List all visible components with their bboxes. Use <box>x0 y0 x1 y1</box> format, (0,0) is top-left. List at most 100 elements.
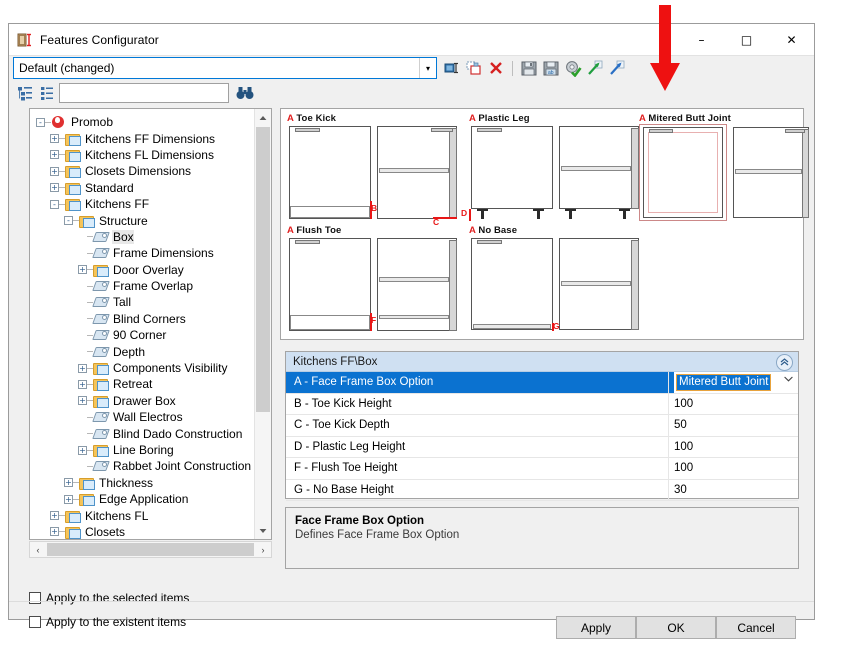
collapse-node-icon[interactable]: - <box>36 118 45 127</box>
binoculars-icon[interactable] <box>235 84 255 102</box>
tree-item-promob[interactable]: -Promob <box>30 114 271 130</box>
expand-node-icon[interactable]: + <box>64 478 73 487</box>
expand-node-icon[interactable]: + <box>50 527 59 536</box>
tree-item-blind-dado-construction[interactable]: Blind Dado Construction <box>30 425 271 441</box>
tree-vertical-scrollbar[interactable] <box>254 109 271 539</box>
tree-item-rabbet-joint-construction[interactable]: Rabbet Joint Construction <box>30 458 271 474</box>
expand-node-icon[interactable]: + <box>78 380 87 389</box>
features-tree[interactable]: -Promob+Kitchens FF Dimensions+Kitchens … <box>29 108 272 540</box>
collapse-node-icon[interactable]: - <box>64 216 73 225</box>
tree-item-kitchens-ff-dimensions[interactable]: +Kitchens FF Dimensions <box>30 130 271 146</box>
property-row[interactable]: A - Face Frame Box OptionMitered Butt Jo… <box>286 372 798 394</box>
tree-item-edge-application[interactable]: +Edge Application <box>30 491 271 507</box>
tree-item-frame-dimensions[interactable]: Frame Dimensions <box>30 245 271 261</box>
thumbnail-flush-toe[interactable]: A Flush Toe F <box>285 225 465 335</box>
value-dropdown[interactable]: Mitered Butt Joint <box>674 372 798 393</box>
tree-item-wall-electros[interactable]: Wall Electros <box>30 409 271 425</box>
thumbnail-toe-kick[interactable]: A Toe Kick B C <box>285 113 465 223</box>
expand-node-icon[interactable]: + <box>50 150 59 159</box>
property-value-cell[interactable]: 100 <box>668 394 798 415</box>
tag-icon <box>93 459 109 473</box>
maximize-button[interactable]: □ <box>724 24 769 55</box>
property-row[interactable]: B - Toe Kick Height100 <box>286 394 798 416</box>
tree-item-components-visibility[interactable]: +Components Visibility <box>30 360 271 376</box>
expand-node-icon[interactable]: + <box>64 495 73 504</box>
scroll-up-arrow-icon[interactable] <box>255 109 271 126</box>
h-scrollbar-thumb[interactable] <box>47 543 254 556</box>
apply-settings-icon[interactable] <box>564 59 582 77</box>
expand-node-icon[interactable]: + <box>50 167 59 176</box>
tree-horizontal-scrollbar[interactable]: ‹ › <box>29 541 272 558</box>
scroll-left-arrow-icon[interactable]: ‹ <box>30 542 46 557</box>
search-input[interactable] <box>59 83 229 103</box>
collapse-chevron-icon[interactable] <box>776 354 793 371</box>
property-value-cell[interactable]: 50 <box>668 415 798 436</box>
expand-node-icon[interactable]: + <box>78 265 87 274</box>
expand-node-icon[interactable]: + <box>78 396 87 405</box>
thumbnail-mitered-butt-joint[interactable]: A Mitered Butt Joint <box>637 113 817 223</box>
tree-item-closets[interactable]: +Closets <box>30 524 271 540</box>
import-icon[interactable] <box>586 59 604 77</box>
mark-label-f: F <box>371 315 376 325</box>
apply-selected-items-row[interactable]: Apply to the selected items <box>29 591 189 605</box>
tree-item-90-corner[interactable]: 90 Corner <box>30 327 271 343</box>
tree-item-kitchens-fl-dimensions[interactable]: +Kitchens FL Dimensions <box>30 147 271 163</box>
configuration-combobox[interactable]: Default (changed) ▾ <box>13 57 437 79</box>
tree-item-frame-overlap[interactable]: Frame Overlap <box>30 278 271 294</box>
apply-button[interactable]: Apply <box>556 616 636 639</box>
property-value-cell[interactable]: 100 <box>668 437 798 458</box>
collapse-node-icon[interactable]: - <box>50 200 59 209</box>
tree-item-kitchens-fl[interactable]: +Kitchens FL <box>30 507 271 523</box>
expand-node-icon[interactable]: + <box>78 364 87 373</box>
tree-item-drawer-box[interactable]: +Drawer Box <box>30 393 271 409</box>
delete-icon[interactable] <box>487 59 505 77</box>
tree-item-retreat[interactable]: +Retreat <box>30 376 271 392</box>
tree-item-kitchens-ff[interactable]: -Kitchens FF <box>30 196 271 212</box>
duplicate-icon[interactable] <box>465 59 483 77</box>
apply-existent-checkbox[interactable] <box>29 616 41 628</box>
close-button[interactable]: ✕ <box>769 24 814 55</box>
tree-item-box[interactable]: Box <box>30 229 271 245</box>
property-value-cell[interactable]: 100 <box>668 458 798 479</box>
save-icon[interactable] <box>520 59 538 77</box>
expand-node-icon[interactable]: + <box>50 134 59 143</box>
tag-icon <box>93 295 109 309</box>
tree-item-thickness[interactable]: +Thickness <box>30 475 271 491</box>
dropdown-value[interactable]: Mitered Butt Joint <box>676 374 771 391</box>
thumbnail-no-base[interactable]: A No Base G <box>467 225 647 335</box>
export-icon[interactable] <box>608 59 626 77</box>
tree-item-depth[interactable]: Depth <box>30 343 271 359</box>
scroll-down-arrow-icon[interactable] <box>255 522 271 539</box>
ok-button[interactable]: OK <box>636 616 716 639</box>
property-row[interactable]: D - Plastic Leg Height100 <box>286 437 798 459</box>
property-row[interactable]: G - No Base Height30 <box>286 480 798 502</box>
tree-item-door-overlay[interactable]: +Door Overlay <box>30 262 271 278</box>
window-title: Features Configurator <box>40 33 159 47</box>
rename-icon[interactable] <box>443 59 461 77</box>
tree-item-line-boring[interactable]: +Line Boring <box>30 442 271 458</box>
property-value-cell[interactable]: Mitered Butt Joint <box>668 372 798 393</box>
apply-selected-checkbox[interactable] <box>29 592 41 604</box>
property-value-cell[interactable]: 30 <box>668 480 798 501</box>
property-row[interactable]: F - Flush Toe Height100 <box>286 458 798 480</box>
apply-existent-items-row[interactable]: Apply to the existent items <box>29 615 186 629</box>
tree-item-structure[interactable]: -Structure <box>30 212 271 228</box>
save-as-icon[interactable]: ab <box>542 59 560 77</box>
chevron-down-icon[interactable]: ▾ <box>419 58 436 78</box>
expand-node-icon[interactable]: + <box>78 446 87 455</box>
tree-item-tall[interactable]: Tall <box>30 294 271 310</box>
tree-item-standard[interactable]: +Standard <box>30 180 271 196</box>
chevron-down-icon[interactable] <box>784 375 793 385</box>
cancel-button[interactable]: Cancel <box>716 616 796 639</box>
thumbnail-plastic-leg[interactable]: A Plastic Leg D <box>467 113 647 223</box>
tree-item-closets-dimensions[interactable]: +Closets Dimensions <box>30 163 271 179</box>
expand-all-icon[interactable] <box>17 85 34 102</box>
minimize-button[interactable]: – <box>679 24 724 55</box>
expand-node-icon[interactable]: + <box>50 511 59 520</box>
scroll-right-arrow-icon[interactable]: › <box>255 542 271 557</box>
tree-item-blind-corners[interactable]: Blind Corners <box>30 311 271 327</box>
property-row[interactable]: C - Toe Kick Depth50 <box>286 415 798 437</box>
expand-node-icon[interactable]: + <box>50 183 59 192</box>
collapse-all-icon[interactable] <box>38 85 55 102</box>
scrollbar-thumb[interactable] <box>256 127 270 412</box>
